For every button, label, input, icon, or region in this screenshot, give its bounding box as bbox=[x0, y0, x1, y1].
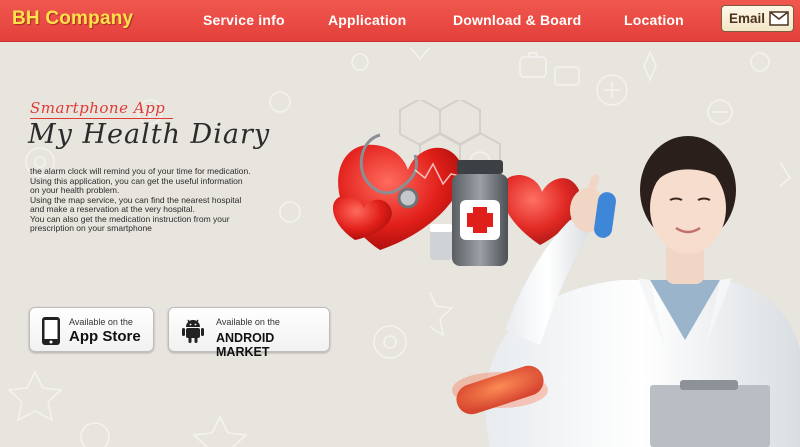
company-logo[interactable]: BH Company bbox=[12, 8, 133, 30]
nav-service-info[interactable]: Service info bbox=[203, 12, 285, 28]
email-label: Email bbox=[729, 11, 766, 26]
phone-icon bbox=[42, 317, 60, 345]
nav-location[interactable]: Location bbox=[624, 12, 684, 28]
description-line: prescription on your smartphone bbox=[30, 223, 152, 233]
app-title: My Health Diary bbox=[28, 119, 271, 150]
nav-application[interactable]: Application bbox=[328, 12, 406, 28]
appstore-small-label: Available on the bbox=[69, 317, 133, 327]
app-subtitle: Smartphone App bbox=[30, 99, 166, 117]
android-market-button[interactable]: Available on the ANDROID MARKET bbox=[168, 307, 330, 359]
app-store-button[interactable]: Available on the App Store bbox=[29, 307, 154, 352]
pill-bottle bbox=[452, 160, 508, 266]
mail-icon bbox=[769, 11, 789, 26]
appstore-label: App Store bbox=[69, 328, 141, 345]
android-label: ANDROID MARKET bbox=[216, 331, 275, 359]
android-robot-icon bbox=[182, 319, 204, 343]
hero-illustration bbox=[332, 100, 800, 447]
email-button[interactable]: Email bbox=[721, 5, 794, 32]
small-bottle bbox=[430, 228, 452, 260]
nav-download-board[interactable]: Download & Board bbox=[453, 12, 581, 28]
top-nav-bar: BH Company Service info Application Down… bbox=[0, 0, 800, 42]
android-small-label: Available on the bbox=[216, 317, 280, 327]
app-description: the alarm clock will remind you of your … bbox=[30, 166, 300, 234]
